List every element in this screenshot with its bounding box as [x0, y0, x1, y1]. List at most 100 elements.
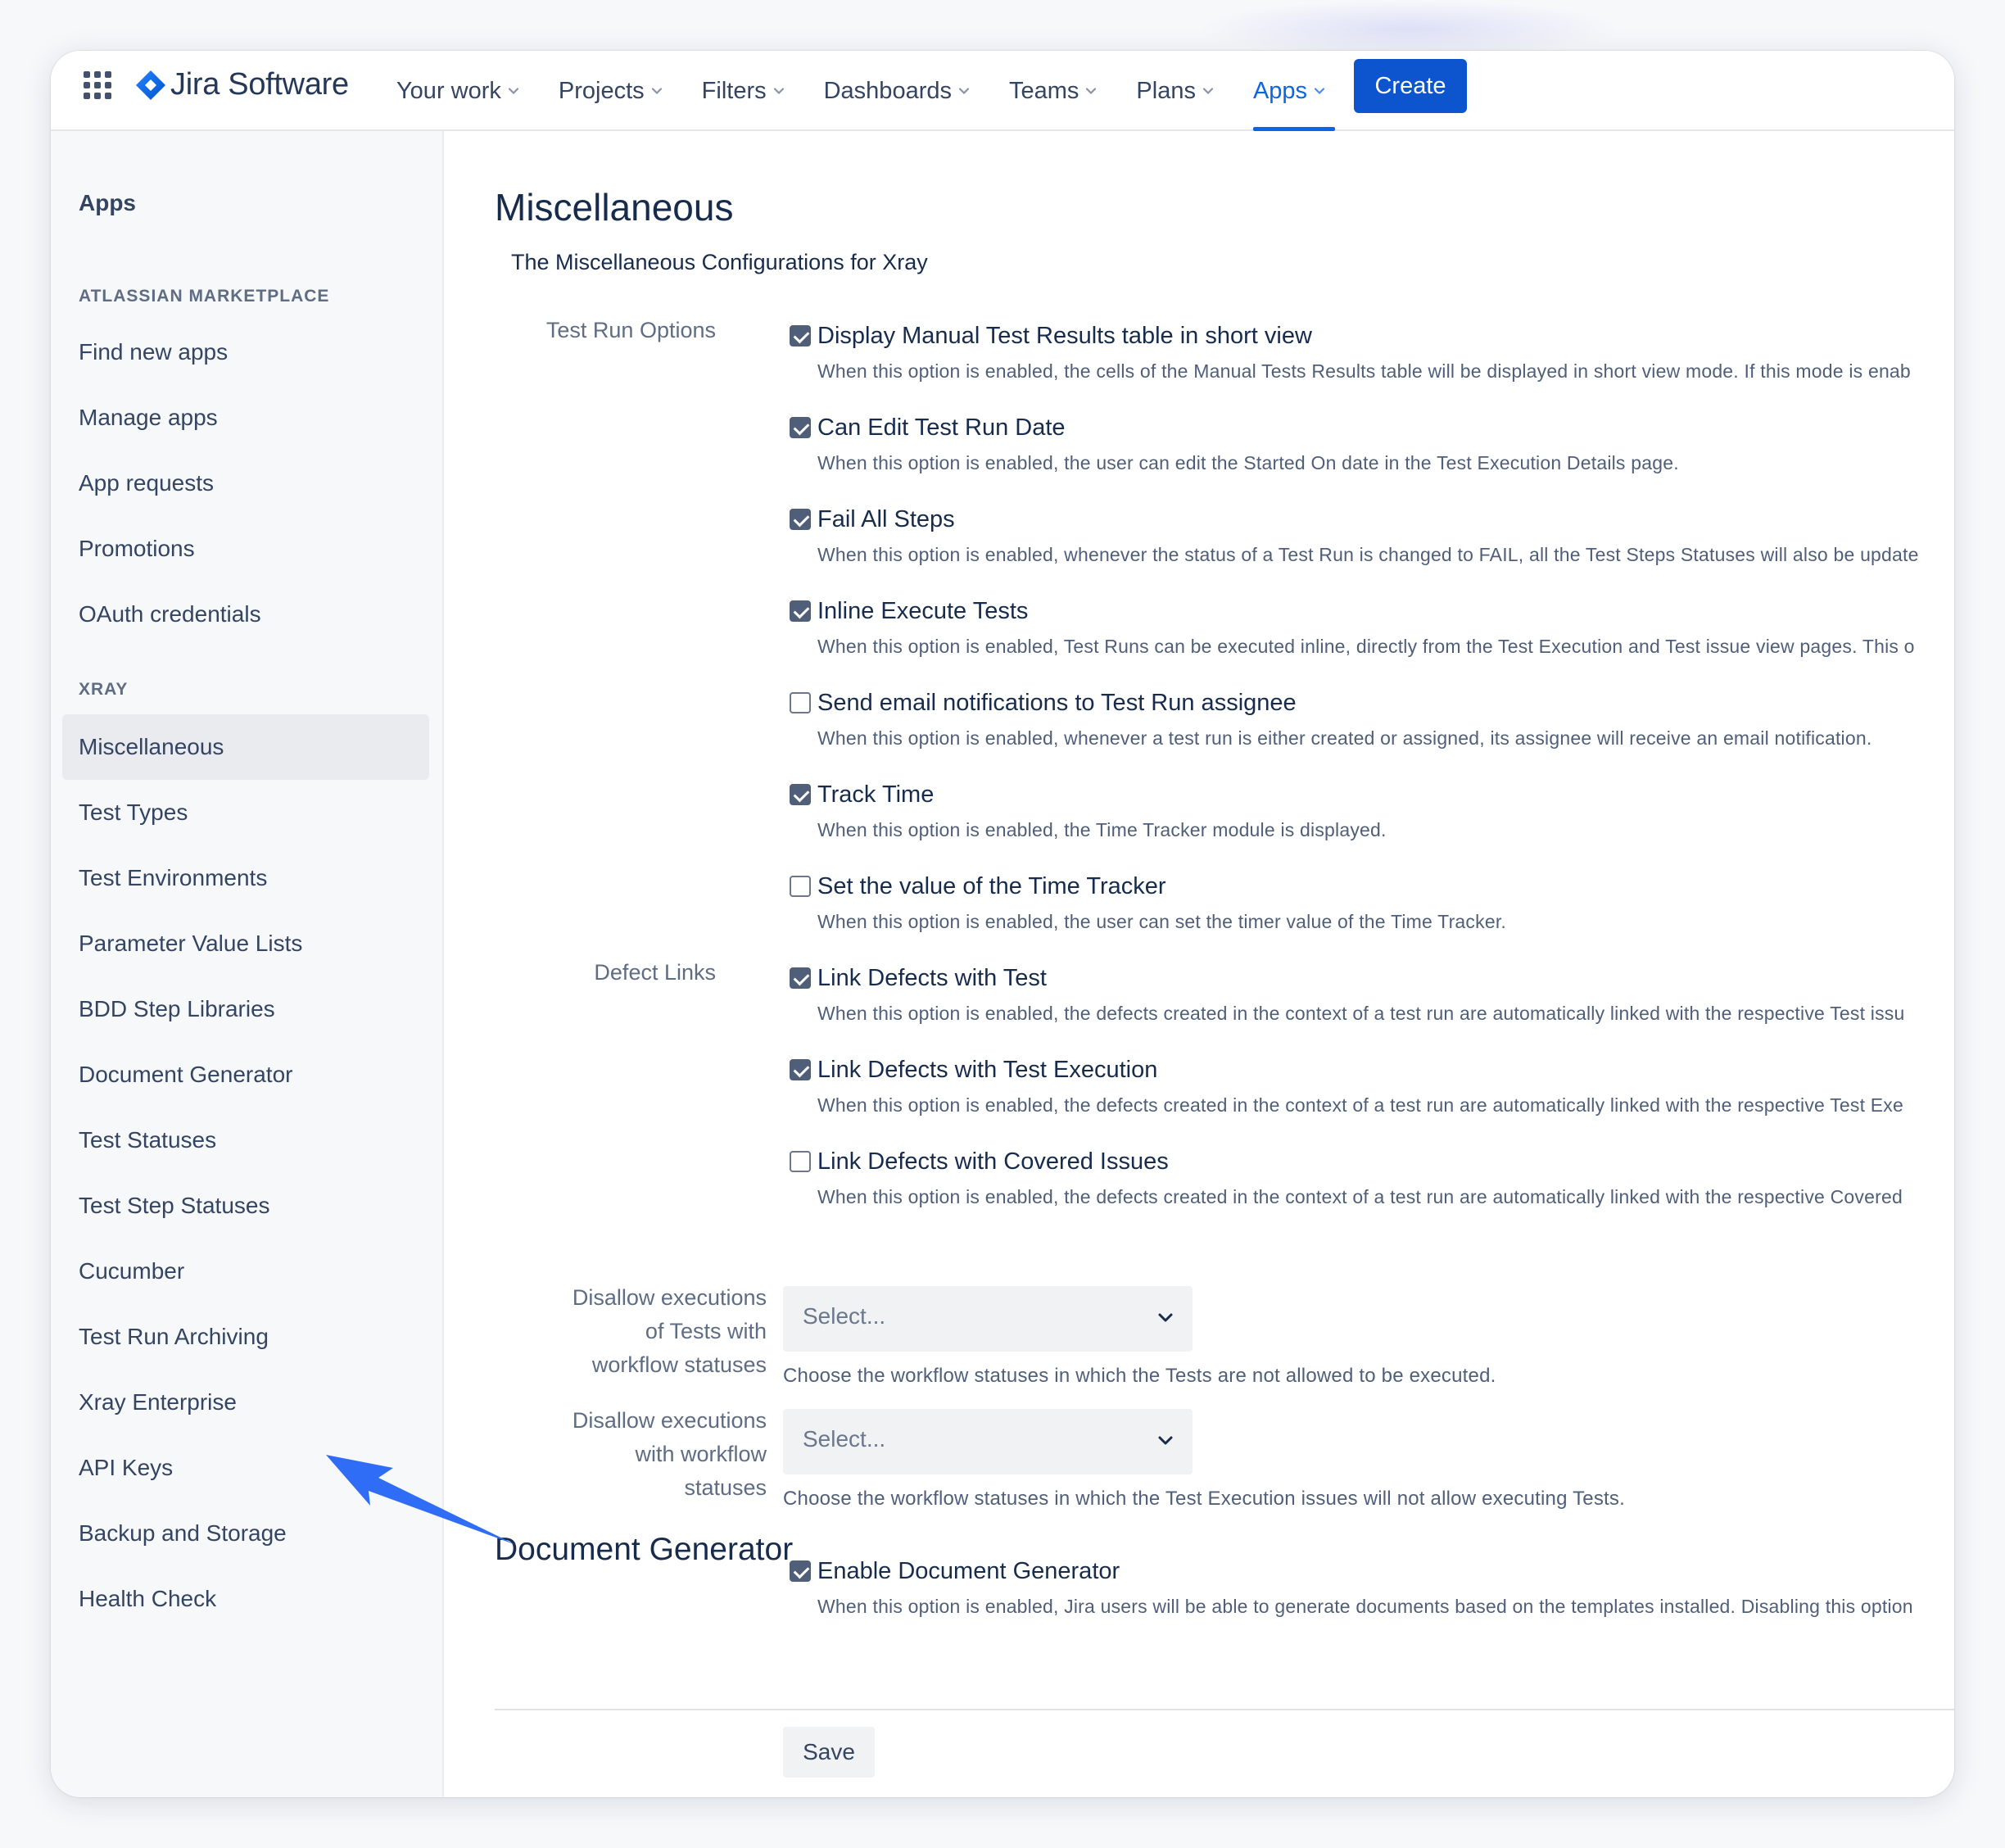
nav-menu: Your work Projects Filters Dashboards Te… [387, 51, 1355, 131]
option-description: When this option is enabled, the defects… [817, 1094, 1904, 1116]
checkbox[interactable] [790, 967, 811, 989]
sidebar-item-api-keys[interactable]: API Keys [79, 1452, 173, 1484]
nav-label: Projects [558, 77, 645, 104]
app-switcher-grid-icon[interactable] [84, 71, 111, 99]
sidebar-item-bdd-step-libraries[interactable]: BDD Step Libraries [79, 993, 275, 1026]
checkbox[interactable] [790, 600, 811, 622]
chevron-down-icon [651, 88, 662, 95]
option-inline-execute: Inline Execute Tests When this option is… [790, 595, 1915, 658]
option-edit-test-run-date: Can Edit Test Run Date When this option … [790, 411, 1679, 474]
disallow-tests-label: Disallow executions of Tests with workfl… [446, 1281, 767, 1382]
sidebar-item-test-environments[interactable]: Test Environments [79, 862, 267, 895]
checkbox[interactable] [790, 876, 811, 897]
select-placeholder: Select... [803, 1426, 886, 1452]
sidebar-item-manage-apps[interactable]: Manage apps [79, 401, 218, 434]
option-label: Can Edit Test Run Date [817, 414, 1066, 441]
option-description: When this option is enabled, the Time Tr… [817, 819, 1387, 840]
option-label: Link Defects with Covered Issues [817, 1148, 1169, 1175]
create-button[interactable]: Create [1354, 59, 1467, 113]
option-label: Link Defects with Test Execution [817, 1056, 1158, 1083]
sidebar-item-find-new-apps[interactable]: Find new apps [79, 336, 228, 369]
option-label: Set the value of the Time Tracker [817, 872, 1166, 899]
sidebar-item-backup-and-storage[interactable]: Backup and Storage [79, 1517, 287, 1550]
nav-teams[interactable]: Teams [999, 51, 1107, 131]
sidebar-item-test-statuses[interactable]: Test Statuses [79, 1124, 216, 1157]
option-label: Link Defects with Test [817, 964, 1047, 991]
nav-projects[interactable]: Projects [549, 51, 672, 131]
sidebar-item-parameter-value-lists[interactable]: Parameter Value Lists [79, 927, 302, 960]
option-description: When this option is enabled, whenever th… [817, 544, 1919, 565]
option-label: Enable Document Generator [817, 1557, 1120, 1584]
select-help-text: Choose the workflow statuses in which th… [783, 1365, 1496, 1387]
checkbox[interactable] [790, 1560, 811, 1582]
nav-your-work[interactable]: Your work [387, 51, 529, 131]
option-description: When this option is enabled, the user ca… [817, 452, 1679, 473]
checkbox[interactable] [790, 1059, 811, 1080]
nav-label: Teams [1008, 77, 1079, 104]
option-link-defects-test-execution: Link Defects with Test Execution When th… [790, 1053, 1903, 1116]
nav-plans[interactable]: Plans [1126, 51, 1224, 131]
option-label: Send email notifications to Test Run ass… [817, 689, 1297, 716]
jira-logo-icon[interactable] [134, 69, 167, 102]
save-button[interactable]: Save [783, 1727, 875, 1778]
sidebar-item-xray-enterprise[interactable]: Xray Enterprise [79, 1386, 237, 1419]
nav-label: Filters [701, 77, 767, 104]
chevron-down-icon [1314, 88, 1325, 95]
option-description: When this option is enabled, whenever a … [817, 727, 1872, 749]
app-window: Jira Software Your work Projects Filters… [51, 51, 1954, 1797]
checkbox[interactable] [790, 784, 811, 805]
chevron-down-icon [1202, 88, 1214, 95]
checkbox[interactable] [790, 417, 811, 438]
checkbox[interactable] [790, 509, 811, 530]
checkbox[interactable] [790, 325, 811, 346]
chevron-down-icon [508, 88, 518, 95]
chevron-down-icon [958, 88, 970, 95]
label-line: Disallow executions [572, 1285, 767, 1310]
nav-label: Dashboards [823, 77, 952, 104]
chevron-down-icon [1158, 1313, 1173, 1322]
option-short-view: Display Manual Test Results table in sho… [790, 319, 1911, 383]
sidebar-item-miscellaneous[interactable]: Miscellaneous [79, 731, 224, 763]
option-fail-all-steps: Fail All Steps When this option is enabl… [790, 503, 1919, 566]
chevron-down-icon [1086, 88, 1097, 95]
sidebar-item-document-generator[interactable]: Document Generator [79, 1058, 292, 1091]
option-track-time: Track Time When this option is enabled, … [790, 778, 1387, 841]
nav-dashboards[interactable]: Dashboards [814, 51, 980, 131]
nav-apps[interactable]: Apps [1243, 51, 1336, 131]
select-help-text: Choose the workflow statuses in which th… [783, 1488, 1625, 1510]
option-label: Track Time [817, 781, 935, 808]
disallow-executions-select[interactable]: Select... [783, 1409, 1193, 1474]
sidebar-item-app-requests[interactable]: App requests [79, 467, 214, 500]
sidebar-item-test-step-statuses[interactable]: Test Step Statuses [79, 1189, 269, 1222]
sidebar-item-test-types[interactable]: Test Types [79, 796, 188, 829]
sidebar-item-promotions[interactable]: Promotions [79, 532, 195, 565]
option-link-defects-covered: Link Defects with Covered Issues When th… [790, 1145, 1903, 1208]
sidebar-item-cucumber[interactable]: Cucumber [79, 1255, 184, 1288]
nav-label: Your work [396, 77, 501, 104]
divider [495, 1709, 1954, 1710]
sidebar-item-health-check[interactable]: Health Check [79, 1583, 216, 1615]
disallow-tests-select[interactable]: Select... [783, 1286, 1193, 1352]
option-set-time-tracker: Set the value of the Time Tracker When t… [790, 870, 1506, 933]
checkbox[interactable] [790, 1151, 811, 1172]
chevron-down-icon [773, 88, 784, 95]
sidebar-item-test-run-archiving[interactable]: Test Run Archiving [79, 1320, 269, 1353]
option-description: When this option is enabled, the defects… [817, 1003, 1905, 1024]
option-description: When this option is enabled, the cells o… [817, 360, 1911, 382]
brand-name[interactable]: Jira Software [170, 64, 349, 105]
option-email-notifications: Send email notifications to Test Run ass… [790, 686, 1871, 750]
option-label: Inline Execute Tests [817, 597, 1029, 624]
option-description: When this option is enabled, the user ca… [817, 911, 1506, 932]
page-subtitle: The Miscellaneous Configurations for Xra… [511, 250, 928, 274]
nav-label: Plans [1136, 77, 1196, 104]
option-description: When this option is enabled, Jira users … [817, 1596, 1913, 1617]
document-generator-title: Document Generator [495, 1532, 794, 1567]
sidebar-item-oauth-credentials[interactable]: OAuth credentials [79, 598, 261, 631]
checkbox[interactable] [790, 692, 811, 713]
option-description: When this option is enabled, the defects… [817, 1186, 1903, 1207]
nav-filters[interactable]: Filters [692, 51, 794, 131]
defect-links-label: Defect Links [594, 960, 716, 985]
option-label: Display Manual Test Results table in sho… [817, 322, 1312, 349]
select-placeholder: Select... [803, 1303, 886, 1329]
label-line: workflow statuses [591, 1352, 767, 1377]
